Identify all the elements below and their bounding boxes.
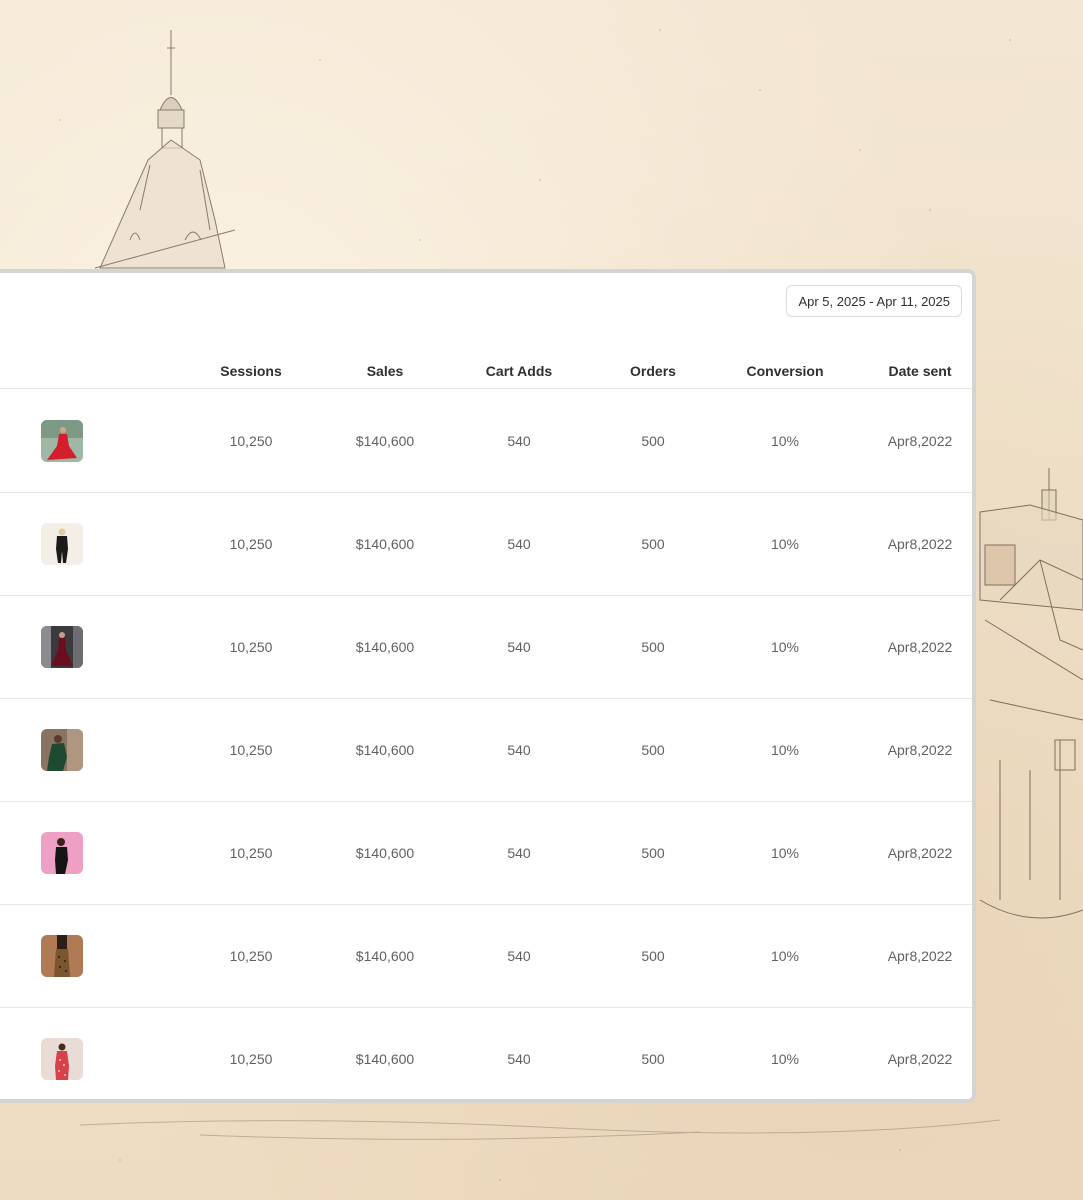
table-row[interactable]: 10,250 $140,600 540 500 10% Apr8,2022 bbox=[0, 802, 972, 905]
cell-sales: $140,600 bbox=[355, 536, 415, 552]
cell-orders: 500 bbox=[641, 948, 665, 964]
cell-orders: 500 bbox=[641, 433, 665, 449]
green-dress-photo-icon bbox=[41, 729, 83, 771]
burgundy-gown-photo-icon bbox=[41, 626, 83, 668]
date-range-label: Apr 5, 2025 - Apr 11, 2025 bbox=[798, 293, 950, 309]
column-header-conversion[interactable]: Conversion bbox=[715, 353, 855, 389]
cell-date-sent: Apr8,2022 bbox=[887, 1051, 953, 1067]
product-thumbnail[interactable] bbox=[41, 523, 83, 565]
floral-dress-photo-icon bbox=[41, 1038, 83, 1080]
cell-cart-adds: 540 bbox=[507, 1051, 531, 1067]
cell-conversion: 10% bbox=[770, 948, 800, 964]
black-outfit-photo-icon bbox=[41, 523, 83, 565]
cell-sessions: 10,250 bbox=[229, 536, 273, 552]
cell-orders: 500 bbox=[641, 845, 665, 861]
table-row[interactable]: 10,250 $140,600 540 500 10% Apr8,2022 bbox=[0, 905, 972, 1008]
product-thumbnail[interactable] bbox=[41, 832, 83, 874]
pink-backdrop-photo-icon bbox=[41, 832, 83, 874]
red-dress-photo-icon bbox=[41, 420, 83, 462]
cell-date-sent: Apr8,2022 bbox=[887, 639, 953, 655]
cell-cart-adds: 540 bbox=[507, 536, 531, 552]
table-row[interactable]: 10,250 $140,600 540 500 10% Apr8,2022 bbox=[0, 699, 972, 802]
cell-orders: 500 bbox=[641, 639, 665, 655]
column-header-cart-adds[interactable]: Cart Adds bbox=[449, 353, 589, 389]
column-header-sessions[interactable]: Sessions bbox=[181, 353, 321, 389]
performance-table-card: Apr 5, 2025 - Apr 11, 2025 Sessions Sale… bbox=[0, 269, 976, 1103]
cell-conversion: 10% bbox=[770, 1051, 800, 1067]
cell-orders: 500 bbox=[641, 1051, 665, 1067]
cell-conversion: 10% bbox=[770, 639, 800, 655]
cell-sales: $140,600 bbox=[355, 433, 415, 449]
cell-orders: 500 bbox=[641, 742, 665, 758]
table-row[interactable]: 10,250 $140,600 540 500 10% Apr8,2022 bbox=[0, 493, 972, 596]
cell-cart-adds: 540 bbox=[507, 433, 531, 449]
cell-sessions: 10,250 bbox=[229, 845, 273, 861]
column-header-sales[interactable]: Sales bbox=[315, 353, 455, 389]
product-thumbnail[interactable] bbox=[41, 1038, 83, 1080]
cell-sessions: 10,250 bbox=[229, 1051, 273, 1067]
cell-cart-adds: 540 bbox=[507, 948, 531, 964]
cell-sessions: 10,250 bbox=[229, 742, 273, 758]
table-row[interactable]: 10,250 $140,600 540 500 10% Apr8,2022 bbox=[0, 1008, 972, 1099]
date-range-picker[interactable]: Apr 5, 2025 - Apr 11, 2025 bbox=[786, 285, 962, 317]
cell-conversion: 10% bbox=[770, 433, 800, 449]
cell-sessions: 10,250 bbox=[229, 948, 273, 964]
cell-conversion: 10% bbox=[770, 536, 800, 552]
cell-conversion: 10% bbox=[770, 845, 800, 861]
cell-conversion: 10% bbox=[770, 742, 800, 758]
cell-date-sent: Apr8,2022 bbox=[887, 845, 953, 861]
table-row[interactable]: 10,250 $140,600 540 500 10% Apr8,2022 bbox=[0, 596, 972, 699]
cell-date-sent: Apr8,2022 bbox=[887, 742, 953, 758]
cell-date-sent: Apr8,2022 bbox=[887, 948, 953, 964]
cell-sales: $140,600 bbox=[355, 948, 415, 964]
cell-cart-adds: 540 bbox=[507, 845, 531, 861]
column-header-orders[interactable]: Orders bbox=[583, 353, 723, 389]
table-row[interactable]: 10,250 $140,600 540 500 10% Apr8,2022 bbox=[0, 390, 972, 493]
cell-cart-adds: 540 bbox=[507, 742, 531, 758]
cell-cart-adds: 540 bbox=[507, 639, 531, 655]
column-header-date-sent[interactable]: Date sent bbox=[850, 353, 972, 389]
cell-sales: $140,600 bbox=[355, 1051, 415, 1067]
table-header: Sessions Sales Cart Adds Orders Conversi… bbox=[0, 353, 972, 389]
cell-date-sent: Apr8,2022 bbox=[887, 433, 953, 449]
product-thumbnail[interactable] bbox=[41, 420, 83, 462]
cell-sales: $140,600 bbox=[355, 845, 415, 861]
cell-sessions: 10,250 bbox=[229, 433, 273, 449]
cell-sessions: 10,250 bbox=[229, 639, 273, 655]
cell-orders: 500 bbox=[641, 536, 665, 552]
product-thumbnail[interactable] bbox=[41, 935, 83, 977]
leopard-dress-photo-icon bbox=[41, 935, 83, 977]
cell-date-sent: Apr8,2022 bbox=[887, 536, 953, 552]
product-thumbnail[interactable] bbox=[41, 626, 83, 668]
product-thumbnail[interactable] bbox=[41, 729, 83, 771]
cell-sales: $140,600 bbox=[355, 742, 415, 758]
cell-sales: $140,600 bbox=[355, 639, 415, 655]
